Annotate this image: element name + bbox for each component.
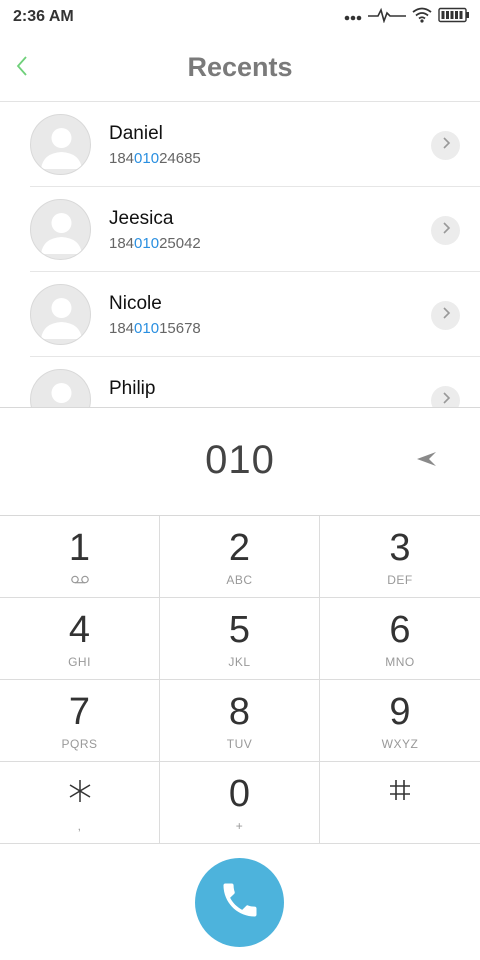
key-letters: JKL — [228, 655, 251, 669]
key-2[interactable]: 2 ABC — [160, 516, 320, 598]
key-digit: 0 — [228, 773, 251, 815]
chevron-right-icon — [441, 306, 451, 325]
key-5[interactable]: 5 JKL — [160, 598, 320, 680]
key-letters: PQRS — [61, 737, 98, 751]
key-letters: , — [77, 819, 82, 833]
avatar — [30, 369, 91, 407]
chevron-right-icon — [441, 391, 451, 407]
key-9[interactable]: 9 WXYZ — [320, 680, 480, 762]
key-letters: WXYZ — [381, 737, 419, 751]
phone-icon — [218, 878, 262, 927]
key-7[interactable]: 7 PQRS — [0, 680, 160, 762]
key-digit: 6 — [389, 609, 411, 651]
key-6[interactable]: 6 MNO — [320, 598, 480, 680]
voicemail-icon — [0, 573, 159, 587]
details-button[interactable] — [431, 131, 460, 160]
hash-icon — [320, 778, 480, 807]
status-time: 2:36 AM — [13, 8, 74, 25]
key-1[interactable]: 1 — [0, 516, 160, 598]
key-digit: 9 — [389, 691, 411, 733]
details-button[interactable] — [431, 386, 460, 407]
status-icons — [344, 7, 470, 27]
keypad: 1 2 ABC 3 DEF 4 GHI 5 JKL 6 MNO 7 PQRS 8… — [0, 516, 480, 845]
avatar — [30, 114, 91, 175]
key-4[interactable]: 4 GHI — [0, 598, 160, 680]
contact-name: Nicole — [109, 293, 162, 314]
key-letters: ABC — [226, 573, 253, 587]
contact-number: 18401025042 — [109, 235, 201, 252]
key-letters: GHI — [68, 655, 91, 669]
key-3[interactable]: 3 DEF — [320, 516, 480, 598]
key-0[interactable]: 0 + — [160, 762, 320, 844]
chevron-right-icon — [441, 136, 451, 155]
wifi-icon — [412, 7, 432, 28]
backspace-arrow-icon — [414, 450, 438, 473]
list-item[interactable]: Jeesica 18401025042 — [0, 187, 480, 272]
key-digit: 7 — [68, 691, 91, 733]
key-digit: 1 — [68, 527, 91, 569]
pulse-icon — [368, 7, 406, 28]
chevron-right-icon — [441, 221, 451, 240]
call-button[interactable] — [195, 858, 284, 947]
key-digit: 4 — [68, 609, 91, 651]
key-digit: 3 — [389, 527, 411, 569]
header: Recents — [0, 34, 480, 102]
list-item[interactable]: Nicole 18401015678 — [0, 272, 480, 357]
list-item[interactable]: Daniel 18401024685 — [0, 102, 480, 187]
avatar — [30, 284, 91, 345]
key-letters: + — [235, 819, 244, 833]
details-button[interactable] — [431, 301, 460, 330]
key-digit: 8 — [228, 691, 251, 733]
dial-display: 010 — [0, 407, 480, 516]
recents-list[interactable]: Daniel 18401024685 Jeesica 18401025042 N… — [0, 102, 480, 407]
key-digit: 5 — [228, 609, 251, 651]
page-title: Recents — [187, 52, 293, 82]
details-button[interactable] — [431, 216, 460, 245]
entered-number: 010 — [205, 438, 275, 482]
contact-name: Philip — [109, 378, 156, 399]
asterisk-icon — [0, 778, 159, 809]
key-8[interactable]: 8 TUV — [160, 680, 320, 762]
contact-number: 18401015678 — [109, 320, 201, 337]
contact-number: 18401024685 — [109, 150, 201, 167]
key-letters: MNO — [385, 655, 415, 669]
delete-button[interactable] — [411, 446, 441, 476]
key-star[interactable]: , — [0, 762, 160, 844]
avatar — [30, 199, 91, 260]
contact-name: Jeesica — [109, 208, 174, 229]
contact-name: Daniel — [109, 123, 163, 144]
key-letters: DEF — [387, 573, 413, 587]
list-item[interactable]: Philip — [0, 357, 480, 407]
key-digit: 2 — [228, 527, 251, 569]
key-letters: TUV — [226, 737, 253, 751]
status-bar: 2:36 AM — [0, 0, 480, 34]
battery-icon — [438, 7, 470, 28]
dots-icon — [344, 8, 362, 26]
key-hash[interactable] — [320, 762, 480, 844]
